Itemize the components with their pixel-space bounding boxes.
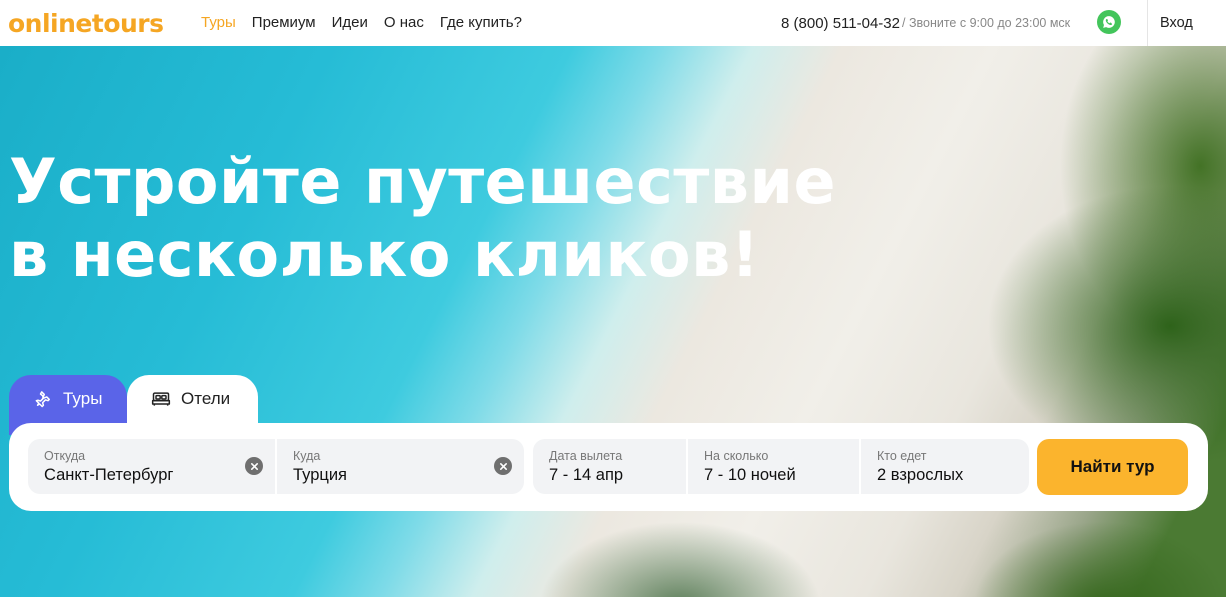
clear-from-icon[interactable] — [245, 457, 263, 475]
headline-line-2: в несколько кликов! — [9, 218, 760, 291]
nights-label: На сколько — [704, 449, 769, 463]
to-field[interactable]: Куда Турция — [277, 439, 524, 494]
top-header: onlinetours Туры Премиум Идеи О нас Где … — [0, 0, 1226, 46]
nav-item-ideas[interactable]: Идеи — [332, 14, 368, 31]
phone-number[interactable]: 8 (800) 511-04-32 — [781, 15, 900, 32]
nights-value[interactable]: 7 - 10 ночей — [704, 466, 859, 485]
header-divider — [1147, 0, 1148, 46]
date-field[interactable]: Дата вылета 7 - 14 апр — [533, 439, 686, 494]
search-panel: Откуда Санкт-Петербург Куда Турция Дата … — [9, 423, 1208, 511]
from-value[interactable]: Санкт-Петербург — [44, 466, 275, 485]
main-nav: Туры Премиум Идеи О нас Где купить? — [201, 14, 538, 31]
phone-hours: / Звоните с 9:00 до 23:00 мск — [902, 16, 1071, 30]
nav-item-where-to-buy[interactable]: Где купить? — [440, 14, 522, 31]
travelers-field[interactable]: Кто едет 2 взрослых — [861, 439, 1029, 494]
find-tour-button[interactable]: Найти тур — [1037, 439, 1188, 495]
date-label: Дата вылета — [549, 449, 623, 463]
nav-item-premium[interactable]: Премиум — [252, 14, 316, 31]
whatsapp-icon[interactable] — [1097, 10, 1121, 34]
travelers-label: Кто едет — [877, 449, 927, 463]
from-label: Откуда — [44, 449, 86, 463]
login-link[interactable]: Вход — [1160, 15, 1193, 31]
nav-item-tours[interactable]: Туры — [201, 14, 236, 31]
nights-field[interactable]: На сколько 7 - 10 ночей — [688, 439, 859, 494]
date-value[interactable]: 7 - 14 апр — [549, 466, 686, 485]
travelers-value[interactable]: 2 взрослых — [877, 466, 1029, 485]
hero-background — [0, 46, 1226, 597]
nav-item-about[interactable]: О нас — [384, 14, 424, 31]
from-field[interactable]: Откуда Санкт-Петербург — [28, 439, 275, 494]
clear-to-icon[interactable] — [494, 457, 512, 475]
tab-hotels-label: Отели — [181, 389, 231, 408]
tab-tours-label: Туры — [63, 389, 103, 408]
plane-icon — [33, 389, 53, 409]
to-label: Куда — [293, 449, 321, 463]
to-value[interactable]: Турция — [293, 466, 524, 485]
logo[interactable]: onlinetours — [8, 9, 164, 38]
headline-line-1: Устройте путешествие — [9, 145, 837, 218]
hero-headline: Устройте путешествие в несколько кликов! — [9, 145, 836, 291]
whatsapp-glyph — [1103, 16, 1115, 28]
bed-icon — [151, 389, 171, 409]
